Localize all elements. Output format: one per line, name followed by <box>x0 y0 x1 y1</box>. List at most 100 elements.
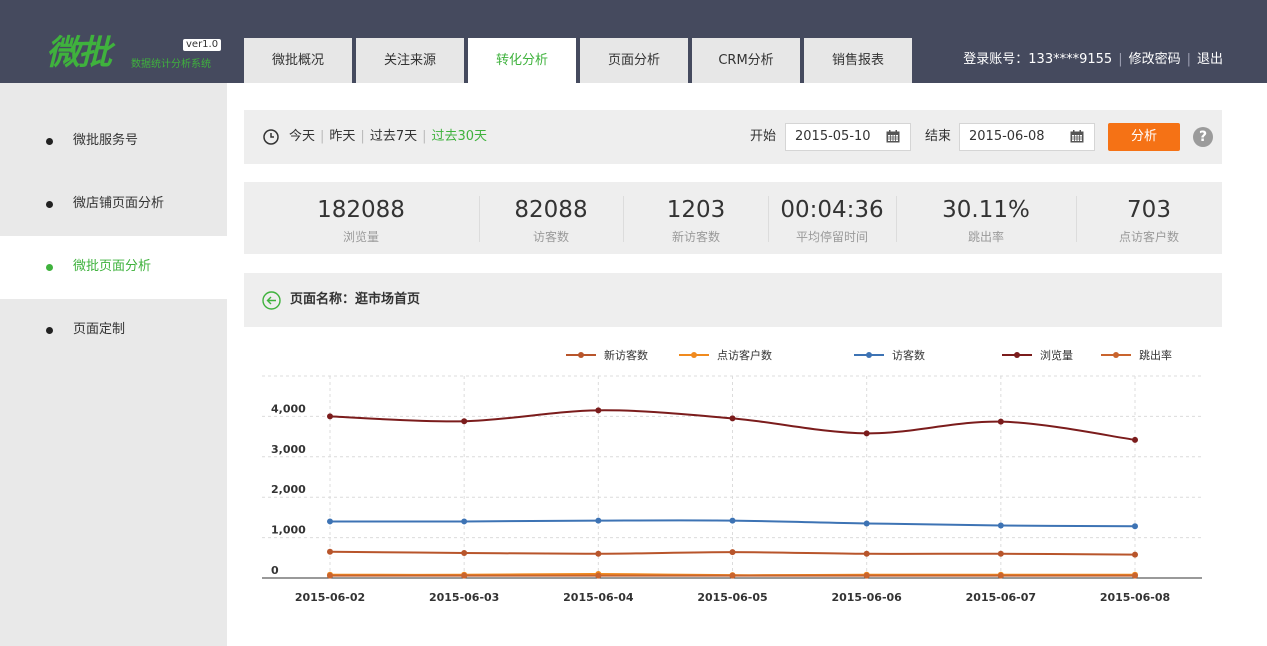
sidebar-item-label: 微店铺页面分析 <box>73 196 165 211</box>
stat-label: 跳出率 <box>967 230 1004 244</box>
divider: | <box>1118 52 1123 67</box>
x-tick-label: 2015-06-03 <box>429 591 499 604</box>
data-point <box>461 518 468 525</box>
range-today[interactable]: 今天 <box>289 128 315 146</box>
page-name-title: 页面名称：逛市场首页 <box>290 292 421 307</box>
legend-label: 访客数 <box>892 348 925 362</box>
stat-value: 182088 <box>317 197 405 223</box>
end-date-label: 结束 <box>925 129 952 144</box>
version-badge: ver1.0 <box>183 39 222 51</box>
tab-follow-source[interactable]: 关注来源 <box>356 38 464 83</box>
logo-subtitle: 数据统计分析系统 <box>131 59 211 70</box>
data-point <box>729 549 736 556</box>
back-arrow-icon[interactable] <box>262 291 281 310</box>
data-point <box>327 518 333 525</box>
main-nav-tabs: 微批概况 关注来源 转化分析 页面分析 CRM分析 销售报表 <box>244 38 916 83</box>
data-point <box>997 522 1004 529</box>
data-point <box>595 572 602 579</box>
divider: | <box>1186 52 1191 67</box>
bullet-icon <box>46 138 53 145</box>
divider <box>623 196 624 242</box>
data-point <box>729 517 736 524</box>
sidebar: 微批服务号 微店铺页面分析 微批页面分析 页面定制 <box>0 83 227 646</box>
change-password-link[interactable]: 修改密码 <box>1129 51 1181 69</box>
tab-page-analysis[interactable]: 页面分析 <box>580 38 688 83</box>
help-icon[interactable]: ? <box>1193 127 1213 147</box>
divider <box>1076 196 1077 242</box>
data-point <box>1132 436 1138 443</box>
date-filter-bar: 今天 | 昨天 | 过去7天 | 过去30天 开始 2015-05-10 结束 … <box>244 110 1222 164</box>
divider <box>479 196 480 242</box>
tab-sales-report[interactable]: 销售报表 <box>804 38 912 83</box>
tab-crm-analysis[interactable]: CRM分析 <box>692 38 800 83</box>
stat-value: 1203 <box>666 197 726 223</box>
data-point <box>997 550 1004 557</box>
account-label: 登录账号：133****9155 <box>963 52 1113 67</box>
start-date-label: 开始 <box>750 129 777 144</box>
data-point <box>461 549 468 556</box>
legend-swatch-dot <box>691 352 697 358</box>
stat-avg-duration: 00:04:36 平均停留时间 <box>777 182 887 254</box>
data-point <box>595 517 602 524</box>
legend-swatch-dot <box>578 352 584 358</box>
stat-bounce-rate: 30.11% 跳出率 <box>936 182 1036 254</box>
data-point <box>327 572 333 579</box>
top-header: 微批 ver1.0 数据统计分析系统 微批概况 关注来源 转化分析 页面分析 C… <box>0 0 1267 83</box>
range-yesterday[interactable]: 昨天 <box>329 128 355 146</box>
legend-label: 浏览量 <box>1040 348 1073 362</box>
logout-link[interactable]: 退出 <box>1197 51 1223 69</box>
stat-label: 新访客数 <box>671 230 720 244</box>
stat-label: 访客数 <box>532 230 569 244</box>
data-point <box>1132 551 1138 558</box>
clock-icon <box>263 129 279 145</box>
legend-label: 新访客数 <box>604 348 648 362</box>
bullet-icon <box>46 264 53 271</box>
sidebar-item-page-customize[interactable]: 页面定制 <box>0 299 227 362</box>
x-tick-label: 2015-06-05 <box>697 591 767 604</box>
divider: | <box>320 129 325 144</box>
logo-text: 微批 <box>46 33 112 73</box>
legend-swatch-dot <box>866 352 872 358</box>
bullet-icon <box>46 201 53 208</box>
x-tick-label: 2015-06-02 <box>295 591 365 604</box>
data-point <box>863 520 870 527</box>
stat-visitors: 82088 访客数 <box>501 182 601 254</box>
data-point <box>1132 572 1138 579</box>
sidebar-item-shop-page-analysis[interactable]: 微店铺页面分析 <box>0 173 227 236</box>
stat-value: 703 <box>1127 197 1171 223</box>
x-tick-label: 2015-06-08 <box>1100 591 1170 604</box>
sidebar-item-label: 微批页面分析 <box>73 259 152 274</box>
data-point <box>729 572 736 579</box>
data-point <box>863 430 870 437</box>
data-point <box>327 413 333 420</box>
sidebar-item-weipi-page-analysis[interactable]: 微批页面分析 <box>0 236 227 299</box>
stat-new-visitors: 1203 新访客数 <box>646 182 746 254</box>
data-point <box>595 407 602 414</box>
data-point <box>327 548 333 555</box>
y-tick-label: 0 <box>271 564 279 577</box>
analyze-button[interactable]: 分析 <box>1108 123 1180 151</box>
stat-value: 82088 <box>514 197 588 223</box>
tab-overview[interactable]: 微批概况 <box>244 38 352 83</box>
data-point <box>863 572 870 579</box>
sidebar-item-service-account[interactable]: 微批服务号 <box>0 110 227 173</box>
bullet-icon <box>46 327 53 334</box>
y-tick-label: 2,000 <box>271 483 306 496</box>
data-point <box>997 418 1004 425</box>
range-last-7-days[interactable]: 过去7天 <box>370 128 417 146</box>
calendar-icon[interactable] <box>1070 130 1084 143</box>
date-range-options: 今天 | 昨天 | 过去7天 | 过去30天 <box>289 128 487 146</box>
x-tick-label: 2015-06-06 <box>831 591 902 604</box>
legend-label: 跳出率 <box>1139 348 1172 362</box>
divider: | <box>360 129 365 144</box>
legend-swatch-dot <box>1113 352 1119 358</box>
legend-label: 点访客户数 <box>717 348 772 362</box>
stats-summary: 182088 浏览量 82088 访客数 1203 新访客数 00:04:36 … <box>244 182 1222 254</box>
calendar-icon[interactable] <box>886 130 900 143</box>
page-name-bar: 页面名称：逛市场首页 <box>244 273 1222 327</box>
tab-conversion-analysis[interactable]: 转化分析 <box>468 38 576 83</box>
stat-value: 30.11% <box>942 197 1030 223</box>
divider: | <box>422 129 427 144</box>
y-tick-label: 4,000 <box>271 402 306 415</box>
range-last-30-days[interactable]: 过去30天 <box>431 128 487 146</box>
